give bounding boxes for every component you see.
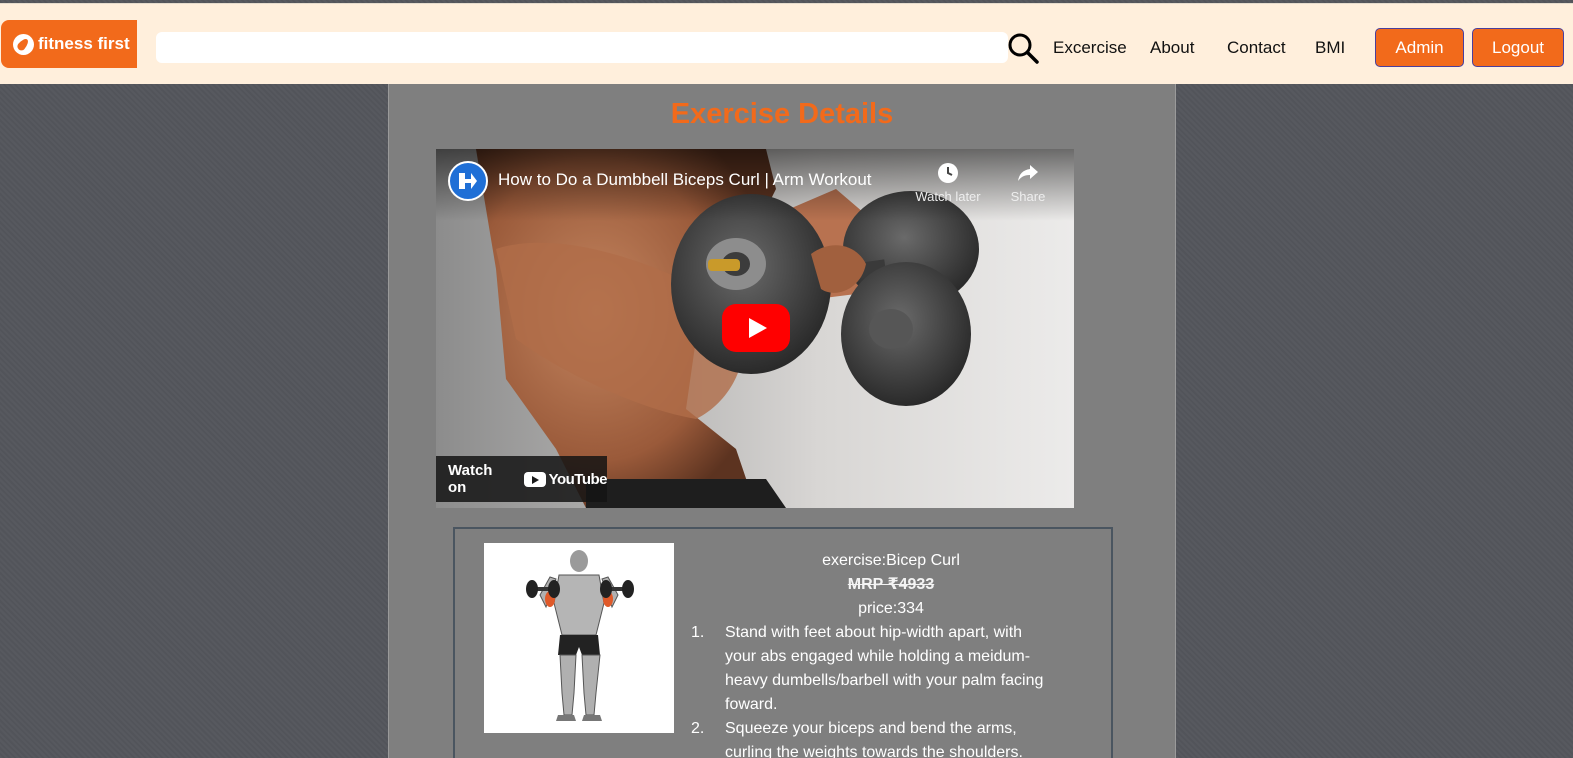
share-icon (1018, 165, 1038, 181)
exercise-price: price:334 (858, 600, 924, 617)
share-label: Share (1010, 189, 1046, 204)
bicep-curl-illustration (526, 550, 634, 721)
watch-on-label: Watch on (448, 462, 493, 496)
play-button[interactable] (722, 304, 790, 352)
page-title: Exercise Details (670, 98, 894, 130)
navbar: fitness first Excercise About Contact BM… (0, 3, 1573, 84)
watch-on-youtube-button[interactable]: Watch on YouTube (436, 456, 608, 502)
youtube-play-icon (523, 471, 546, 487)
exercise-image (484, 543, 674, 733)
compass-icon (13, 33, 34, 55)
share-button[interactable]: Share (988, 161, 1068, 204)
video-title[interactable]: How to Do a Dumbbell Biceps Curl | Arm W… (498, 170, 872, 190)
step-text: Squeeze your biceps and bend the arms, c… (725, 720, 1023, 758)
list-item: 2. Squeeze your biceps and bend the arms… (691, 717, 1051, 758)
exercise-steps: 1. Stand with feet about hip-width apart… (691, 621, 1091, 758)
exercise-name: exercise:Bicep Curl (822, 552, 960, 569)
watch-later-label: Watch later (915, 189, 981, 204)
nav-link-excercise[interactable]: Excercise (1053, 34, 1127, 62)
step-text: Stand with feet about hip-width apart, w… (725, 624, 1044, 713)
exercise-details-panel: Exercise Details How to Do a Dumbbell Bi… (388, 84, 1176, 758)
video-player[interactable]: How to Do a Dumbbell Biceps Curl | Arm W… (436, 149, 1074, 508)
nav-link-bmi[interactable]: BMI (1315, 34, 1345, 62)
admin-button[interactable]: Admin (1375, 28, 1464, 67)
search-button[interactable] (1006, 31, 1040, 65)
list-item: 1. Stand with feet about hip-width apart… (691, 621, 1051, 717)
brand-name: fitness first (38, 34, 130, 53)
step-number: 1. (691, 624, 705, 641)
logout-button[interactable]: Logout (1472, 28, 1564, 67)
exercise-info: exercise:Bicep Curl MRP ₹4933 price:334 … (691, 549, 1091, 758)
search-icon (1008, 33, 1039, 64)
channel-logo-icon (459, 173, 477, 189)
youtube-logo: YouTube (523, 470, 608, 488)
brand-logo[interactable]: fitness first (1, 20, 137, 68)
watch-later-button[interactable]: Watch later (908, 161, 988, 204)
nav-link-about[interactable]: About (1150, 34, 1194, 62)
step-number: 2. (691, 720, 705, 737)
search-input[interactable] (156, 32, 1008, 63)
exercise-mrp: MRP ₹4933 (847, 576, 935, 593)
youtube-wordmark: YouTube (548, 470, 608, 488)
clock-icon (938, 163, 958, 183)
exercise-card: exercise:Bicep Curl MRP ₹4933 price:334 … (453, 527, 1113, 758)
nav-link-contact[interactable]: Contact (1227, 34, 1286, 62)
channel-avatar[interactable] (448, 161, 488, 201)
